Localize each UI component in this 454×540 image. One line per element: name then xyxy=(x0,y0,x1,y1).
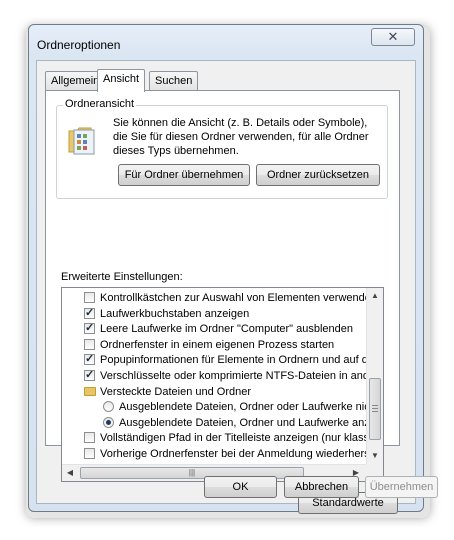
radio[interactable] xyxy=(103,401,114,413)
vertical-scroll-thumb[interactable] xyxy=(369,378,381,440)
settings-row-label: Versteckte Dateien und Ordner xyxy=(100,385,252,398)
tab-suchen[interactable]: Suchen xyxy=(149,71,199,90)
advanced-settings-list[interactable]: Kontrollkästchen zur Auswahl von Element… xyxy=(61,287,384,482)
vertical-scrollbar[interactable]: ▲ ▼ xyxy=(366,288,383,464)
checkbox-checked[interactable] xyxy=(84,351,95,367)
tab-ansicht[interactable]: Ansicht xyxy=(97,69,146,92)
tab-panel-ansicht: Ordneransicht Sie können die Ansicht (z.… xyxy=(45,90,400,514)
scroll-down-icon[interactable]: ▼ xyxy=(367,448,383,464)
settings-row-label: Popupinformationen für Elemente in Ordne… xyxy=(100,354,366,367)
apply-button: Übernehmen xyxy=(365,476,438,498)
scroll-up-icon[interactable]: ▲ xyxy=(367,288,383,304)
dialog-window: Ordneroptionen ✕ Allgemein Ansicht Suche… xyxy=(28,24,438,514)
checkbox[interactable] xyxy=(84,432,95,444)
folder-view-icon xyxy=(68,127,95,155)
checkbox[interactable] xyxy=(84,448,95,459)
settings-row-label: Ausgeblendete Dateien, Ordner oder Laufw… xyxy=(119,401,366,414)
folder-view-description: Sie können die Ansicht (z. B. Details od… xyxy=(113,117,369,157)
checkbox[interactable] xyxy=(84,338,95,350)
scroll-left-icon[interactable]: ◀ xyxy=(62,465,78,481)
settings-row-label: Verschlüsselte oder komprimierte NTFS-Da… xyxy=(100,370,366,382)
ok-button[interactable]: OK xyxy=(204,476,277,498)
radio-selected[interactable] xyxy=(103,416,114,428)
checkbox[interactable] xyxy=(84,292,95,303)
advanced-settings-label: Erweiterte Einstellungen: xyxy=(61,271,183,283)
reset-folders-button[interactable]: Ordner zurücksetzen xyxy=(256,164,380,186)
settings-row-label: Kontrollkästchen zur Auswahl von Element… xyxy=(100,292,366,304)
checkbox-checked[interactable] xyxy=(84,320,95,336)
settings-row-label: Leere Laufwerke im Ordner "Computer" aus… xyxy=(100,323,353,336)
checkbox-checked[interactable] xyxy=(84,367,95,383)
group-title: Ordneransicht xyxy=(63,98,137,110)
dialog-client-area: Allgemein Ansicht Suchen Ordneransicht S… xyxy=(36,60,438,514)
window-title: Ordneroptionen xyxy=(37,38,121,52)
apply-to-folders-button[interactable]: Für Ordner übernehmen xyxy=(118,164,250,186)
settings-rows: Kontrollkästchen zur Auswahl von Element… xyxy=(62,288,366,464)
folder-view-group: Ordneransicht Sie können die Ansicht (z.… xyxy=(56,98,388,199)
checkbox-checked[interactable] xyxy=(84,305,95,321)
settings-row-label: Ausgeblendete Dateien, Ordner und Laufwe… xyxy=(119,416,366,429)
cancel-button[interactable]: Abbrechen xyxy=(284,476,359,498)
folder-icon xyxy=(84,386,96,396)
settings-row-label: Vorherige Ordnerfenster bei der Anmeldun… xyxy=(100,448,366,460)
settings-row-label: Ordnerfenster in einem eigenen Prozess s… xyxy=(100,338,335,351)
settings-row-label: Vollständigen Pfad in der Titelleiste an… xyxy=(100,432,366,445)
close-button[interactable]: ✕ xyxy=(371,28,415,46)
settings-row-label: Laufwerkbuchstaben anzeigen xyxy=(100,307,250,320)
